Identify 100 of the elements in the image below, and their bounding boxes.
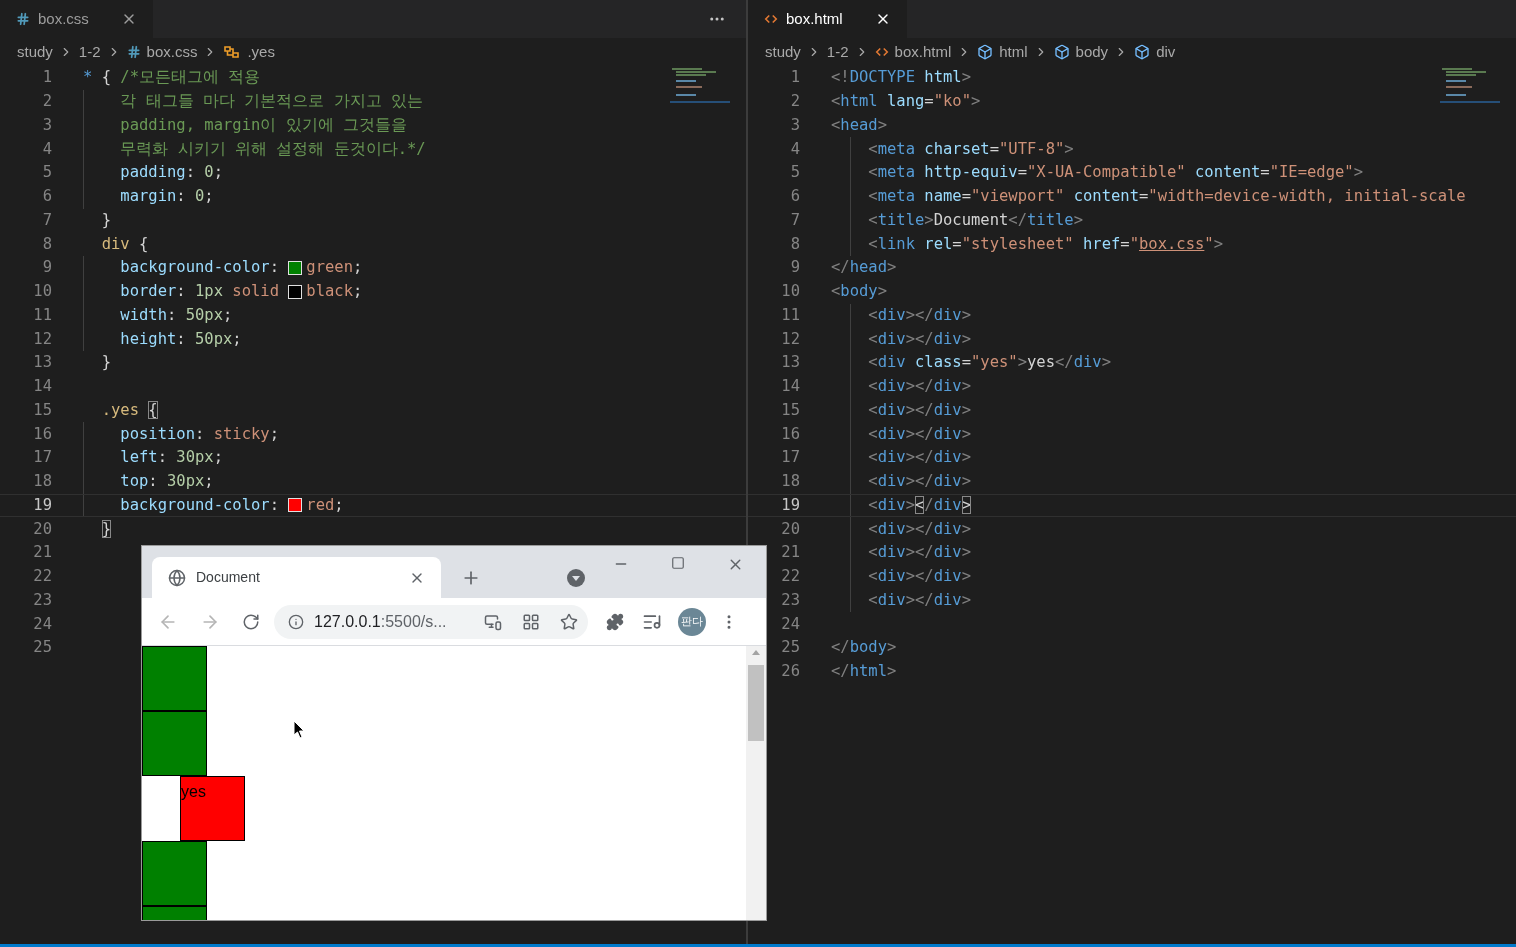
line-number: 2	[41, 91, 52, 112]
line-number: 21	[780, 542, 800, 564]
line-number: 23	[32, 589, 52, 611]
code-text: top: 30px;	[119, 471, 214, 492]
code-text: border: 1px solid	[119, 281, 280, 302]
breadcrumb-item[interactable]: div	[1134, 40, 1176, 64]
code-text: padding: 0;	[119, 162, 223, 184]
line-number: 10	[780, 281, 800, 302]
breadcrumb-item[interactable]: study	[765, 40, 801, 64]
line-number: 13	[32, 352, 52, 374]
breadcrumb-item[interactable]: html	[977, 40, 1028, 64]
class-symbol-icon	[223, 44, 242, 60]
extensions-icon[interactable]	[606, 612, 624, 631]
line-number: 5	[41, 162, 52, 184]
line-number: 23	[780, 589, 800, 611]
breadcrumb-item[interactable]: box.css	[126, 40, 198, 64]
line-number: 1	[789, 67, 800, 89]
breadcrumb-item[interactable]: 1-2	[826, 40, 849, 64]
line-number: 24	[32, 613, 52, 635]
code-text: <div></div>	[867, 328, 971, 350]
scrollbar[interactable]	[746, 646, 766, 920]
code-text: <div></div>	[867, 423, 971, 445]
line-number: 22	[32, 566, 52, 587]
code-text: </body>	[831, 637, 897, 659]
code-text: <!DOCTYPE html>	[831, 67, 971, 89]
info-icon	[288, 613, 304, 630]
line-number: 26	[780, 661, 800, 682]
breadcrumb-item[interactable]: .yes	[223, 40, 275, 64]
line-number: 18	[780, 471, 800, 492]
code-text: <div class="yes">yes</div>	[867, 352, 1112, 374]
cube-icon	[1134, 44, 1151, 60]
breadcrumb-item[interactable]: body	[1053, 40, 1109, 64]
reload-icon[interactable]	[242, 612, 260, 631]
hash-icon	[16, 12, 30, 26]
code-text: <head>	[831, 114, 887, 136]
code-text: <meta name="viewport" content="width=device-width, initial-scale	[867, 186, 1466, 207]
code-text: <div></div>	[867, 518, 971, 540]
line-number: 2	[789, 91, 800, 112]
line-number: 21	[32, 542, 52, 564]
line-number: 17	[780, 447, 800, 469]
code-text: <div></div>	[867, 542, 971, 564]
code-text: <html lang="ko">	[831, 91, 981, 112]
line-number: 11	[32, 304, 52, 326]
breadcrumb-item[interactable]: study	[17, 40, 53, 64]
code-text: left: 30px;	[119, 447, 223, 469]
line-number: 3	[41, 114, 52, 136]
code-file-icon	[764, 12, 778, 26]
line-number: 4	[789, 138, 800, 160]
code-text: <div></div>	[867, 399, 971, 421]
line-number: 20	[32, 518, 52, 540]
line-number: 3	[789, 114, 800, 136]
line-number: 9	[789, 257, 800, 279]
line-number: 15	[780, 399, 800, 421]
code-text: }	[100, 209, 111, 231]
minimap-drawing	[670, 66, 730, 106]
code-text: <div></div>	[867, 376, 971, 397]
code-text: <title>Document</title>	[867, 209, 1084, 231]
line-number: 11	[780, 304, 800, 326]
mouse-pointer-icon	[293, 720, 305, 739]
code-file-icon	[874, 45, 889, 59]
line-number: 20	[780, 518, 800, 540]
line-number: 9	[41, 257, 52, 279]
editor-tab[interactable]: box.html	[748, 0, 907, 38]
code-text: padding, margin이 있기에 그것들을	[119, 114, 407, 136]
breadcrumb-item[interactable]: box.html	[874, 40, 952, 64]
star-icon[interactable]	[560, 612, 578, 631]
line-number: 18	[32, 471, 52, 492]
code-text: position: sticky;	[119, 423, 279, 445]
code-text: background-color:	[119, 494, 280, 516]
devices-icon[interactable]	[484, 612, 502, 631]
line-number: 19	[32, 494, 52, 516]
sticky-div-box: yes	[180, 776, 245, 841]
line-number: 12	[32, 328, 52, 350]
line-number: 7	[789, 209, 800, 231]
line-number: 25	[32, 637, 52, 659]
line-number: 5	[789, 162, 800, 184]
code-text: black;	[306, 281, 363, 302]
grid-icon[interactable]	[522, 612, 540, 631]
breadcrumb-item[interactable]: 1-2	[78, 40, 101, 64]
code-text: <div></div>	[867, 304, 971, 326]
code-text: </head>	[831, 257, 897, 279]
cube-icon	[977, 44, 994, 60]
line-number: 10	[32, 281, 52, 302]
code-text: <div></div>	[867, 566, 971, 587]
code-text: div {	[100, 233, 149, 255]
code-text: <div></div>	[867, 471, 971, 492]
code-text: .yes {	[100, 399, 158, 421]
cube-icon	[1053, 44, 1070, 60]
line-number: 8	[789, 233, 800, 255]
code-text: <div></div>	[867, 447, 971, 469]
line-number: 24	[780, 613, 800, 635]
line-number: 12	[780, 328, 800, 350]
editor-tab[interactable]: box.css	[0, 0, 153, 38]
profile-avatar[interactable]: 판다	[678, 607, 706, 636]
maximize-icon[interactable]	[671, 556, 685, 570]
hash-icon	[126, 45, 141, 59]
dropdown-circle-icon[interactable]	[567, 569, 585, 587]
browser-tab[interactable]: Document	[152, 557, 441, 598]
line-number: 6	[41, 186, 52, 207]
code-text: </html>	[831, 661, 897, 682]
